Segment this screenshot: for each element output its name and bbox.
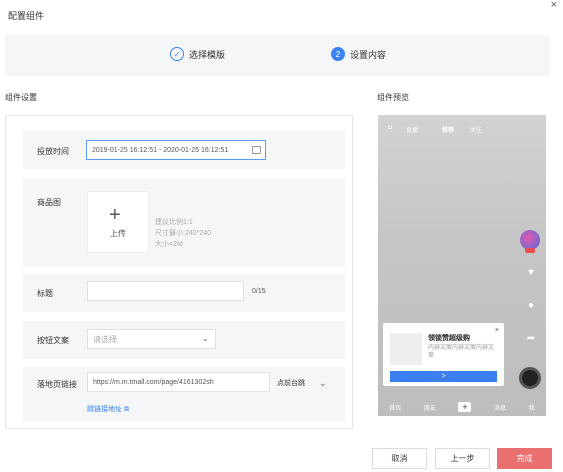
url-label: 落地页链接 — [37, 380, 77, 389]
step-set-content: 2 设置内容 — [331, 47, 386, 61]
camera-icon: ◘ — [388, 125, 392, 131]
image-row: 商品图 + 上传 建议比例1:1 尺寸最小:240*240 大小<2M — [23, 179, 345, 267]
chevron-down-icon: ⌄ — [201, 333, 209, 343]
step-number: 2 — [331, 47, 345, 61]
upload-hint: 建议比例1:1 — [155, 219, 193, 226]
open-mode-select[interactable]: 点前台跳 ⌄ — [271, 373, 345, 393]
share-icon: ➦ — [526, 333, 536, 344]
tab-me: 我 — [528, 405, 535, 412]
comment-icon: ● — [527, 300, 535, 311]
previous-button[interactable]: 上一步 — [435, 448, 490, 469]
calendar-icon — [252, 146, 261, 154]
external-link-icon: ⧉ — [123, 406, 129, 413]
time-range-input[interactable]: 2019-01-25 16:12:51 - 2020-01-25 16:12:5… — [86, 140, 266, 160]
dialog-title: 配置组件 — [8, 11, 45, 21]
url-row: 落地页链接 https://m.m.tmall.com/page/4161302… — [23, 367, 345, 421]
upload-hint: 尺寸最小:240*240 — [155, 230, 212, 237]
avatar — [520, 230, 540, 250]
top-tab: 直播 — [406, 128, 419, 134]
time-row: 投放时间 2019-01-25 16:12:51 - 2020-01-25 16… — [23, 131, 345, 169]
step-label: 选择模版 — [189, 49, 226, 60]
url-input[interactable]: https://m.m.tmall.com/page/4161302sh — [87, 372, 270, 392]
form-section-title: 组件设置 — [5, 93, 37, 102]
form-panel: 投放时间 2019-01-25 16:12:51 - 2020-01-25 16… — [5, 115, 353, 429]
tab-home: 首页 — [389, 405, 402, 412]
cancel-button[interactable]: 取消 — [372, 448, 427, 469]
open-mode-value: 点前台跳 — [277, 380, 305, 387]
step-select-template[interactable]: ✓ 选择模版 — [170, 47, 225, 61]
title-label: 标题 — [37, 289, 53, 298]
done-button[interactable]: 完成 — [497, 448, 552, 469]
card-title: 领锁赞超级购 — [428, 335, 470, 342]
button-text-label: 按钮文案 — [37, 336, 69, 345]
preview-section-title: 组件预览 — [377, 93, 409, 102]
card-thumbnail — [390, 333, 422, 365]
title-input[interactable] — [87, 281, 244, 301]
upload-button[interactable]: + 上传 — [87, 191, 149, 253]
tab-messages: 消息 — [494, 405, 507, 412]
upload-label: 上传 — [110, 229, 126, 238]
time-range-value: 2019-01-25 16:12:51 - 2020-01-25 16:12:5… — [92, 146, 229, 154]
close-icon[interactable]: × — [551, 0, 557, 11]
phone-preview: ◘ 直播 推荐 关注 ♥ ● ➦ 领锁赞超级购 内容文案内容文案内容文案 × >… — [378, 115, 546, 416]
heart-icon: ♥ — [528, 267, 534, 278]
title-row: 标题 0/15 — [23, 274, 345, 312]
top-tab: 关注 — [470, 128, 483, 134]
follow-badge — [525, 248, 535, 253]
step-label: 设置内容 — [350, 49, 387, 60]
select-placeholder: 请选择 — [93, 334, 117, 344]
upload-hint: 大小<2M — [155, 241, 183, 248]
check-icon: ✓ — [170, 47, 184, 61]
time-label: 投放时间 — [37, 147, 69, 156]
chevron-down-icon: ⌄ — [319, 377, 327, 388]
button-text-row: 按钮文案 请选择 ⌄ — [23, 321, 345, 359]
plus-icon: + — [109, 204, 121, 226]
url-value: https://m.m.tmall.com/page/4161302sh — [93, 378, 214, 386]
title-counter: 0/15 — [252, 288, 266, 295]
card-desc: 内容文案内容文案内容文案 — [428, 345, 495, 359]
preview-tabbar: 首页 朋友 + 消息 我 — [378, 398, 546, 416]
top-tab: 推荐 — [442, 128, 455, 134]
plus-icon: + — [458, 402, 472, 412]
preview-link[interactable]: 跳链接地址 ⧉ — [87, 404, 129, 414]
preview-card: 领锁赞超级购 内容文案内容文案内容文案 × > — [383, 323, 504, 386]
preview-link-text: 跳链接地址 — [87, 406, 122, 413]
stepper: ✓ 选择模版 2 设置内容 — [5, 35, 550, 76]
tab-friends: 朋友 — [423, 405, 436, 412]
close-icon: × — [494, 327, 499, 334]
image-label: 商品图 — [37, 198, 61, 207]
button-text-select[interactable]: 请选择 ⌄ — [87, 329, 216, 349]
card-button: > — [390, 371, 497, 382]
music-disc-icon — [519, 367, 541, 389]
